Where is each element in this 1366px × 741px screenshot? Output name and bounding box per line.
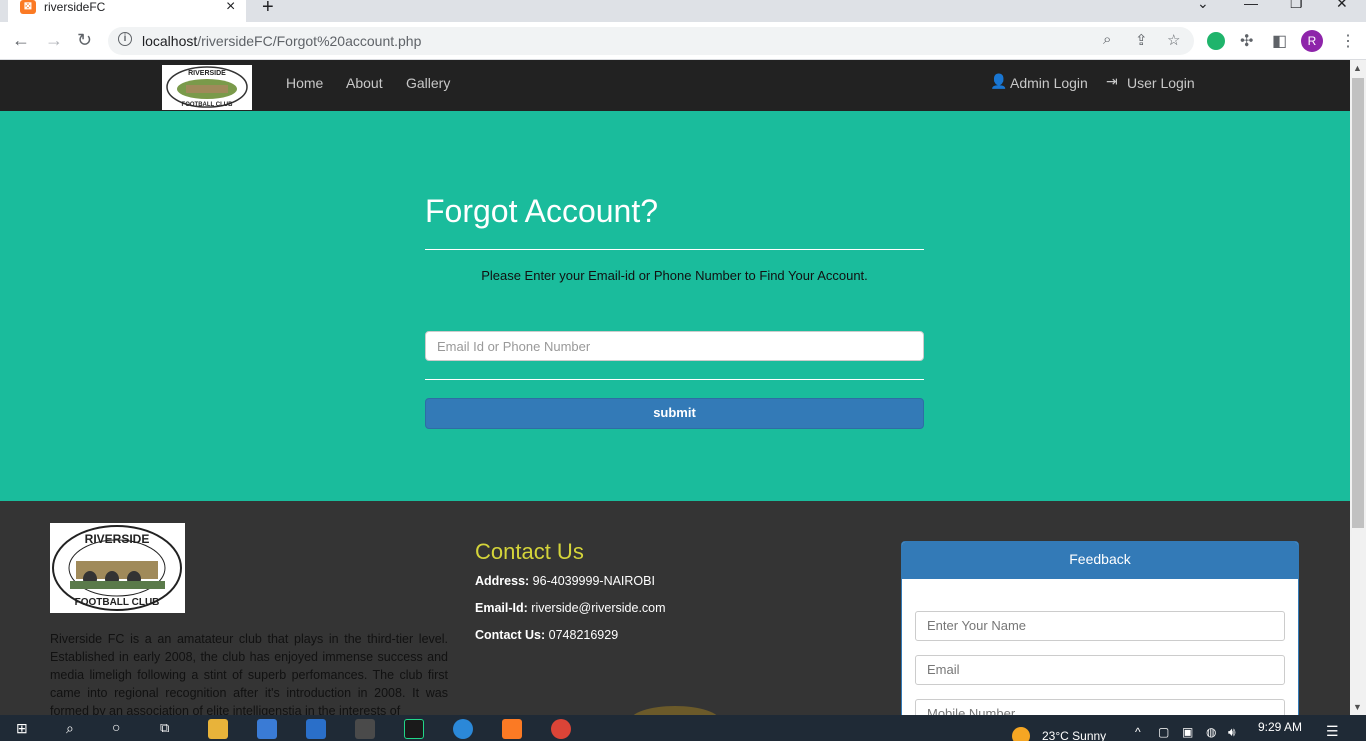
extension-green-icon[interactable] [1207, 32, 1225, 50]
svg-text:FOOTBALL CLUB: FOOTBALL CLUB [75, 597, 160, 608]
user-icon: 👤 [990, 73, 1008, 89]
contact-email: Email-Id: riverside@riverside.com [475, 601, 666, 615]
feedback-title: Feedback [902, 542, 1298, 579]
sublime-icon[interactable] [355, 719, 375, 739]
scroll-up-icon[interactable]: ▲ [1353, 63, 1362, 73]
tab-search-icon[interactable]: ⌄ [1197, 0, 1209, 12]
browser-tabstrip: ⊠ riversideFC × + ⌄ — ❐ ✕ [0, 0, 1366, 22]
restore-icon[interactable]: ❐ [1290, 0, 1303, 12]
tray-app-icon[interactable]: ▣ [1182, 725, 1193, 739]
svg-text:RIVERSIDE: RIVERSIDE [188, 70, 226, 77]
mail-icon[interactable] [306, 719, 326, 739]
feedback-name-input[interactable]: Enter Your Name [915, 611, 1285, 641]
network-icon[interactable]: ◍ [1206, 725, 1216, 739]
scroll-thumb[interactable] [1352, 78, 1364, 528]
task-view-icon[interactable]: ⧉ [160, 720, 169, 736]
xampp-icon[interactable] [502, 719, 522, 739]
contact-address: Address: 96-4039999-NAIROBI [475, 574, 655, 588]
windows-taskbar: ⊞ ⌕ ○ ⧉ 23°C Sunny ^ ▢ ▣ ◍ 🔊︎ 9:29 AM ☰ [0, 715, 1366, 741]
notifications-icon[interactable]: ☰ [1326, 723, 1339, 740]
tray-chevron-icon[interactable]: ^ [1135, 725, 1141, 739]
weather-text[interactable]: 23°C Sunny [1042, 729, 1106, 741]
page-scrollbar[interactable]: ▲ ▼ [1350, 60, 1366, 715]
forgot-account-section: Forgot Account? Please Enter your Email-… [0, 111, 1350, 501]
reload-icon[interactable]: ↻ [77, 30, 92, 51]
side-panel-icon[interactable]: ◧ [1272, 31, 1287, 51]
nav-about-link[interactable]: About [346, 75, 383, 91]
nav-gallery-link[interactable]: Gallery [406, 75, 450, 91]
windows-start-icon[interactable]: ⊞ [16, 720, 28, 737]
clock-time[interactable]: 9:29 AM [1258, 720, 1302, 734]
site-footer: RIVERSIDE FOOTBALL CLUB Riverside FC is … [0, 501, 1350, 715]
tab-close-icon[interactable]: × [226, 0, 235, 16]
store-icon[interactable] [257, 719, 277, 739]
window-close-icon[interactable]: ✕ [1336, 0, 1348, 12]
email-or-phone-input[interactable] [425, 331, 924, 361]
new-tab-icon[interactable]: + [262, 0, 274, 19]
svg-text:RIVERSIDE: RIVERSIDE [85, 532, 150, 546]
meet-now-icon[interactable]: ▢ [1158, 725, 1169, 739]
site-info-icon[interactable]: i [118, 32, 132, 46]
search-icon[interactable]: ⌕ [66, 720, 74, 737]
xampp-favicon-icon: ⊠ [20, 0, 36, 14]
divider [425, 379, 924, 380]
cortana-icon[interactable]: ○ [112, 719, 120, 735]
decorative-image [630, 706, 720, 715]
feedback-email-input[interactable]: Email [915, 655, 1285, 685]
browser-toolbar: ← → ↻ i localhost/riversideFC/Forgot%20a… [0, 22, 1366, 60]
profile-avatar[interactable]: R [1301, 30, 1323, 52]
zoom-icon[interactable]: ⌕ [1103, 31, 1111, 48]
feedback-panel: Feedback Enter Your Name Email Mobile Nu… [901, 541, 1299, 715]
footer-logo: RIVERSIDE FOOTBALL CLUB [50, 523, 185, 613]
feedback-mobile-input[interactable]: Mobile Number [915, 699, 1285, 715]
nav-home-link[interactable]: Home [286, 75, 323, 91]
file-explorer-icon[interactable] [208, 719, 228, 739]
share-icon[interactable]: ⇪ [1135, 31, 1148, 49]
forward-icon[interactable]: → [45, 30, 63, 51]
page-title: Forgot Account? [425, 193, 659, 229]
pycharm-icon[interactable] [404, 719, 424, 739]
bookmark-star-icon[interactable]: ☆ [1167, 31, 1180, 49]
svg-text:FOOTBALL CLUB: FOOTBALL CLUB [182, 102, 234, 108]
volume-icon[interactable]: 🔊︎ [1228, 725, 1236, 740]
chrome-icon[interactable] [551, 719, 571, 739]
browser-menu-icon[interactable]: ⋮ [1340, 31, 1356, 51]
scroll-down-icon[interactable]: ▼ [1353, 702, 1362, 712]
browser-tab[interactable]: ⊠ riversideFC × [8, 0, 246, 22]
instructions-text: Please Enter your Email-id or Phone Numb… [481, 268, 868, 283]
divider [425, 249, 924, 250]
weather-sun-icon[interactable] [1012, 727, 1030, 741]
user-login-link[interactable]: User Login [1127, 75, 1195, 91]
admin-login-link[interactable]: Admin Login [1010, 75, 1088, 91]
back-icon[interactable]: ← [12, 30, 30, 51]
site-navbar: RIVERSIDE FOOTBALL CLUB Home About Galle… [0, 60, 1350, 111]
edge-icon[interactable] [453, 719, 473, 739]
contact-phone: Contact Us: 0748216929 [475, 628, 619, 642]
extensions-puzzle-icon[interactable]: ✣ [1240, 31, 1253, 51]
about-text: Riverside FC is a an amatateur club that… [50, 632, 448, 715]
riverside-logo[interactable]: RIVERSIDE FOOTBALL CLUB [162, 65, 252, 110]
url-text[interactable]: localhost/riversideFC/Forgot%20account.p… [142, 33, 421, 49]
submit-button[interactable]: submit [425, 398, 924, 429]
login-icon: ⇥ [1106, 73, 1118, 89]
tab-title: riversideFC [44, 0, 106, 14]
contact-title: Contact Us [475, 539, 584, 564]
address-bar[interactable]: i localhost/riversideFC/Forgot%20account… [108, 27, 1194, 55]
minimize-icon[interactable]: — [1244, 0, 1258, 11]
